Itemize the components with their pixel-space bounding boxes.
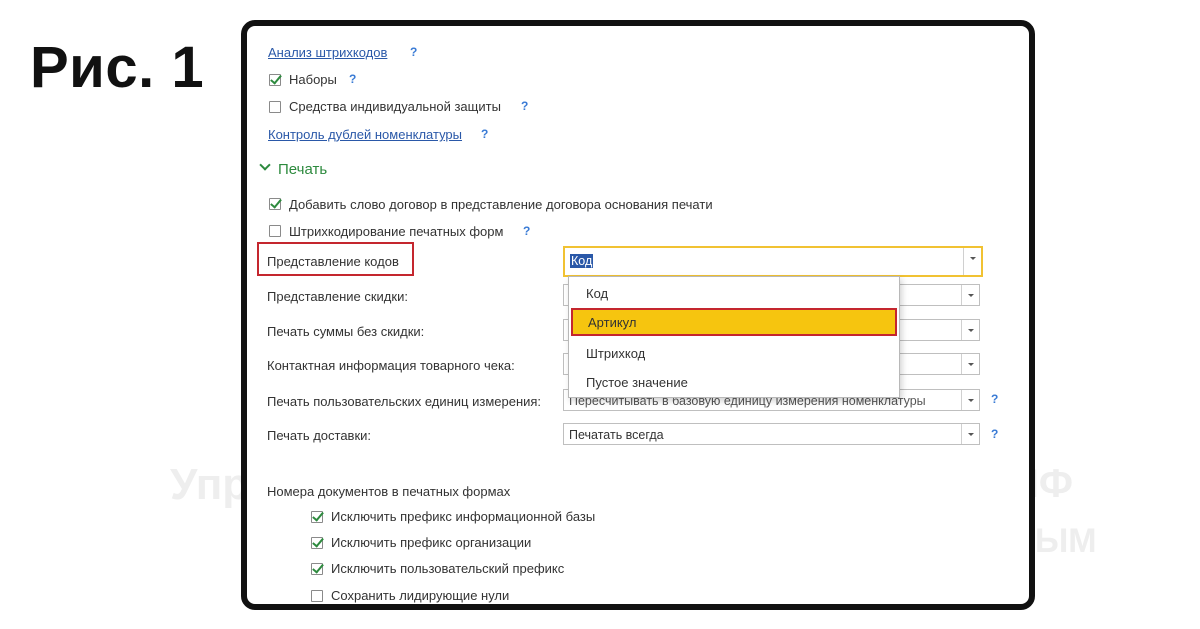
receipt-contact-info-label: Контактная информация товарного чека: — [267, 358, 515, 373]
delivery-print-select[interactable]: Печатать всегда — [563, 423, 980, 445]
help-icon[interactable]: ? — [991, 427, 998, 441]
print-sum-without-discount-label: Печать суммы без скидки: — [267, 324, 425, 339]
dropdown-option-code[interactable]: Код — [569, 279, 899, 307]
chevron-down-icon[interactable] — [961, 320, 979, 340]
keep-leading-zeros-label: Сохранить лидирующие нули — [331, 588, 510, 603]
exclude-user-prefix-checkbox[interactable] — [311, 563, 323, 575]
print-barcode-label: Штрихкодирование печатных форм — [289, 224, 504, 239]
ppe-checkbox[interactable] — [269, 101, 281, 113]
exclude-org-prefix-checkbox[interactable] — [311, 537, 323, 549]
dropdown-option-empty[interactable]: Пустое значение — [569, 368, 899, 396]
help-icon[interactable]: ? — [349, 72, 356, 86]
help-icon[interactable]: ? — [991, 392, 998, 406]
help-icon[interactable]: ? — [410, 45, 417, 59]
exclude-org-prefix-label: Исключить префикс организации — [331, 535, 532, 550]
watermark-left: Упр — [170, 460, 250, 509]
watermark-right-bottom: ЫМ — [1035, 522, 1097, 560]
dropdown-option-article[interactable]: Артикул — [571, 308, 897, 336]
user-units-label: Печать пользовательских единиц измерения… — [267, 394, 542, 409]
exclude-user-prefix-label: Исключить пользовательский префикс — [331, 561, 565, 576]
barcode-analysis-link[interactable]: Анализ штрихкодов — [268, 45, 387, 60]
delivery-print-label: Печать доставки: — [267, 428, 372, 443]
chevron-down-icon[interactable] — [961, 354, 979, 374]
help-icon[interactable]: ? — [523, 224, 530, 238]
codes-representation-label: Представление кодов — [267, 254, 399, 269]
keep-leading-zeros-checkbox[interactable] — [311, 590, 323, 602]
help-icon[interactable]: ? — [521, 99, 528, 113]
nomenclature-duplicates-link[interactable]: Контроль дублей номенклатуры — [268, 127, 462, 142]
chevron-down-icon[interactable] — [961, 424, 979, 444]
codes-representation-select[interactable]: Код — [563, 246, 983, 277]
sets-label: Наборы — [289, 72, 337, 87]
help-icon[interactable]: ? — [481, 127, 488, 141]
sets-checkbox[interactable] — [269, 74, 281, 86]
codes-representation-value: Код — [570, 254, 594, 268]
print-barcode-checkbox[interactable] — [269, 225, 281, 237]
delivery-print-value: Печатать всегда — [569, 428, 664, 442]
figure-label: Рис. 1 — [30, 35, 205, 100]
discount-representation-label: Представление скидки: — [267, 289, 408, 304]
chevron-down-icon[interactable] — [961, 390, 979, 410]
chevron-down-icon[interactable] — [259, 159, 271, 171]
settings-panel: Анализ штрихкодов ? Наборы ? Средства ин… — [247, 26, 1029, 604]
codes-representation-dropdown: Код Артикул Штрихкод Пустое значение — [568, 276, 900, 398]
dropdown-option-barcode[interactable]: Штрихкод — [569, 339, 899, 367]
chevron-down-icon[interactable] — [961, 285, 979, 305]
exclude-base-prefix-checkbox[interactable] — [311, 511, 323, 523]
chevron-down-icon[interactable] — [963, 248, 981, 275]
add-contract-word-checkbox[interactable] — [269, 198, 281, 210]
exclude-base-prefix-label: Исключить префикс информационной базы — [331, 509, 596, 524]
print-section-title[interactable]: Печать — [278, 161, 327, 178]
add-contract-word-label: Добавить слово договор в представление д… — [289, 197, 713, 212]
ppe-label: Средства индивидуальной защиты — [289, 99, 501, 114]
doc-numbers-title: Номера документов в печатных формах — [267, 484, 511, 499]
screenshot-frame: Анализ штрихкодов ? Наборы ? Средства ин… — [241, 20, 1035, 610]
